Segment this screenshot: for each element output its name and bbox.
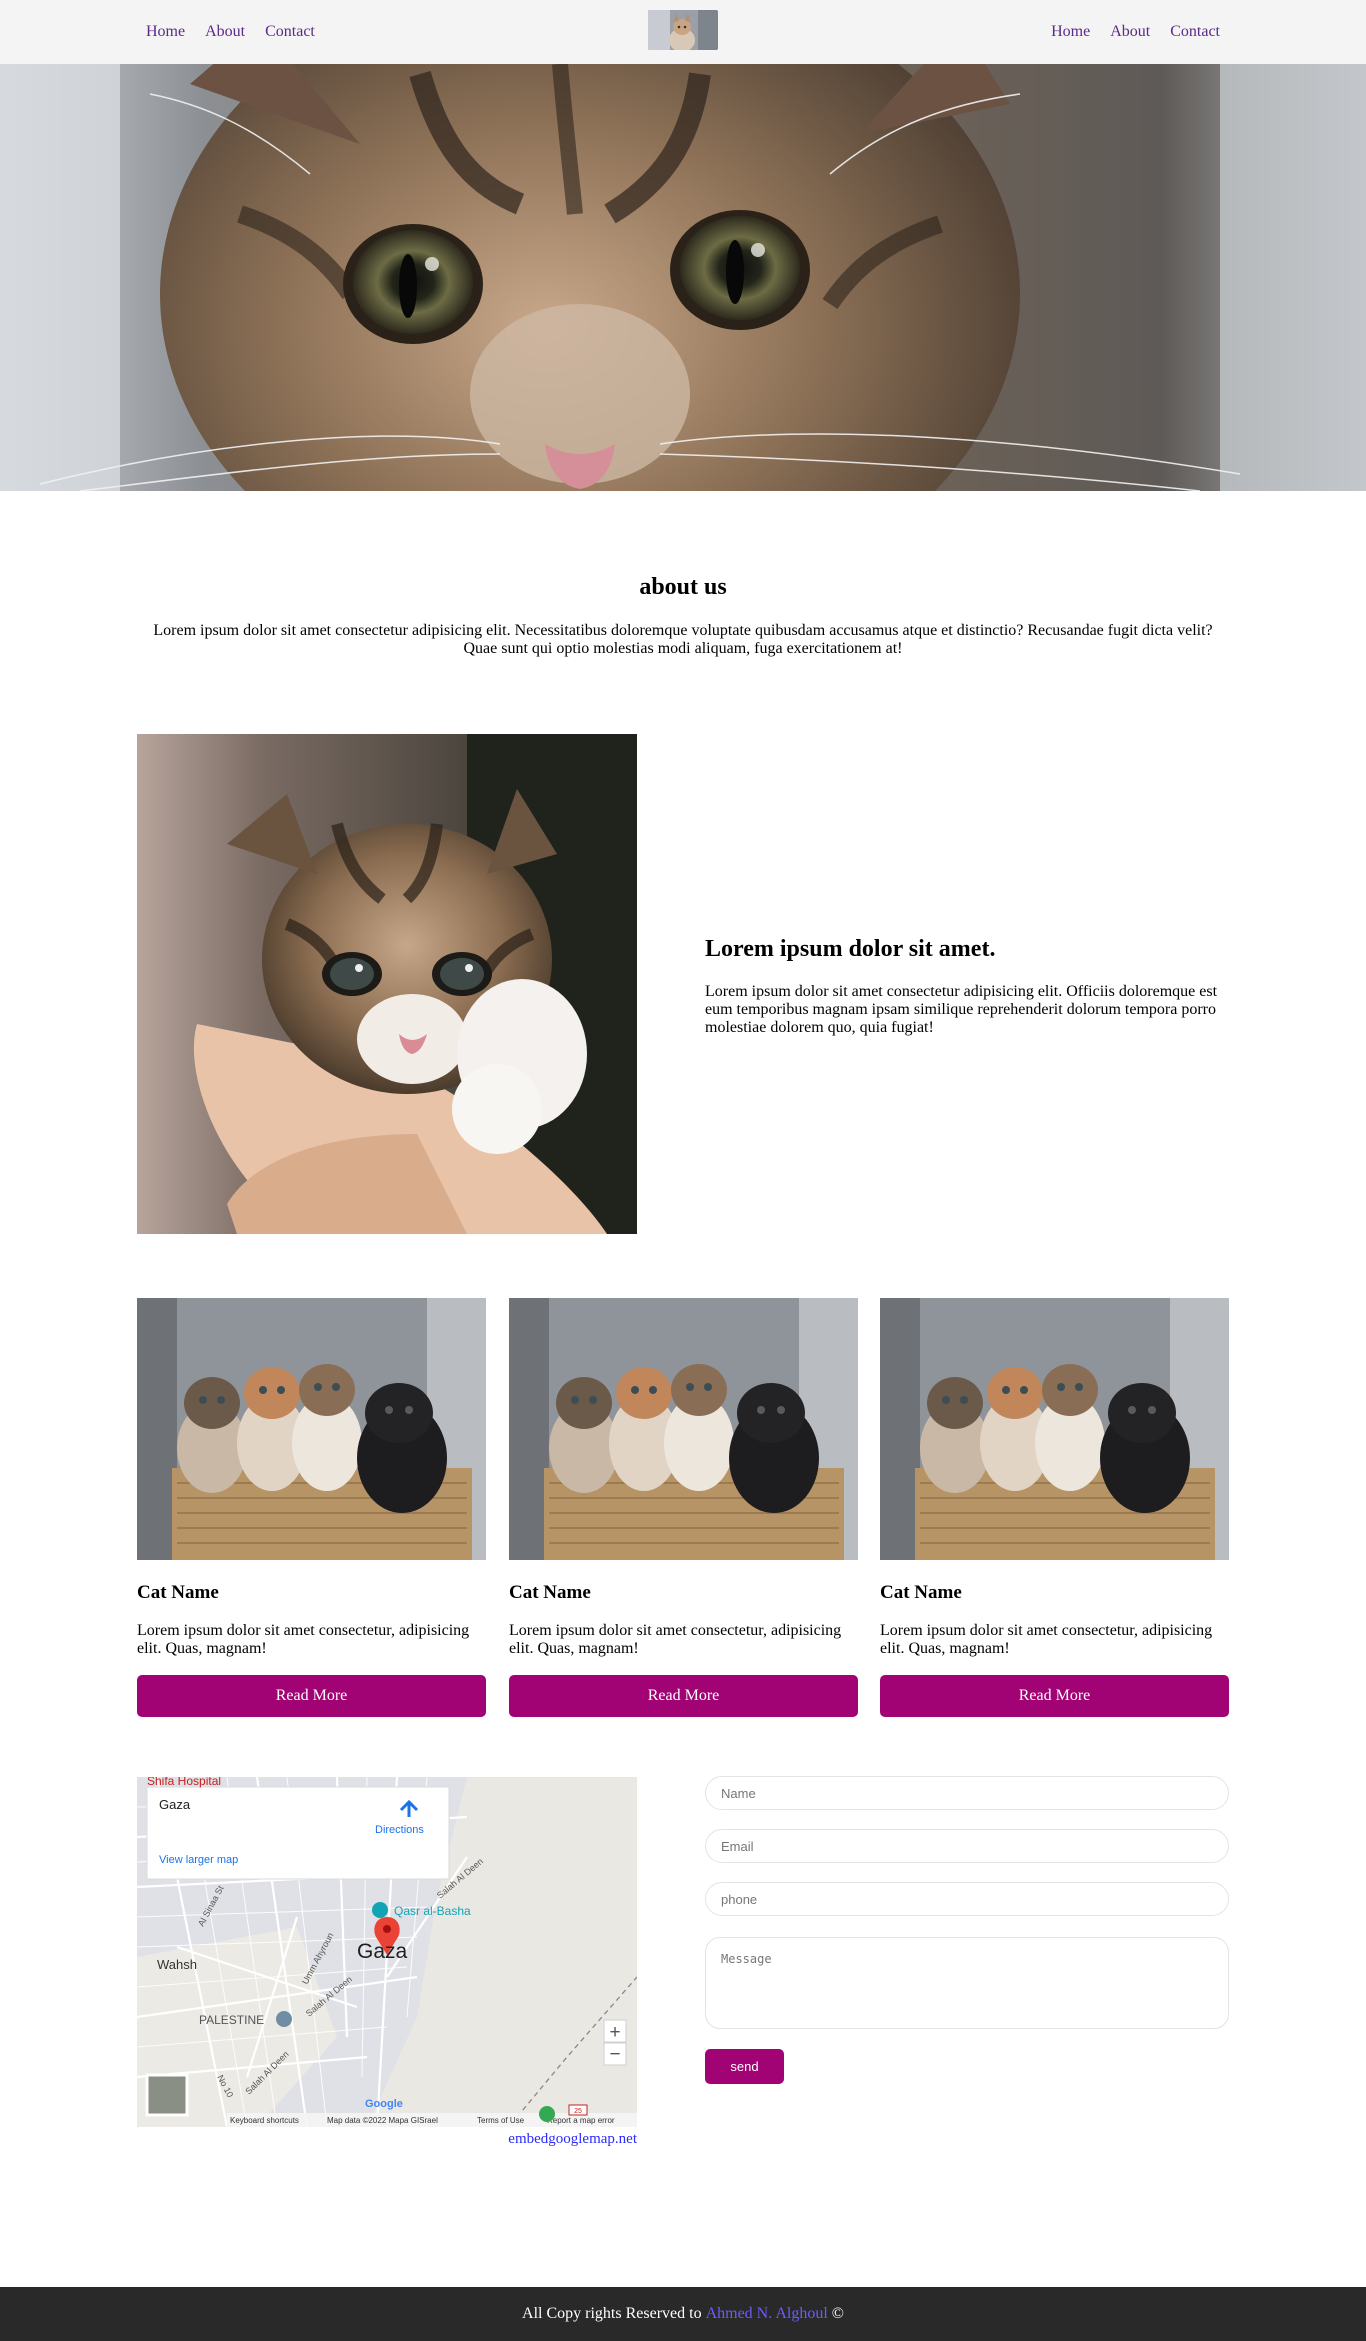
poi-label: Qasr al-Basha [394,1904,471,1918]
report-error-link[interactable]: Report a map error [547,2116,615,2125]
logo[interactable] [648,10,718,50]
hero-image [0,64,1366,491]
hospital-label: Shifa Hospital [147,1777,221,1788]
email-field[interactable] [705,1829,1229,1863]
nav-link-contact[interactable]: Contact [265,23,315,41]
embedded-map[interactable]: Gaza View larger map Directions Shifa Ho… [137,1777,637,2127]
feature-kitten-image [137,734,637,1234]
feature-text: Lorem ipsum dolor sit amet consectetur a… [705,983,1218,1036]
footer-text: All Copy rights Reserved to [522,2305,702,2322]
read-more-button[interactable]: Read More [880,1675,1229,1717]
cat-card-3: Cat Name Lorem ipsum dolor sit amet cons… [880,1298,1229,1717]
about-title: about us [639,574,727,600]
map-city-label: Gaza [357,1940,408,1963]
google-logo: Google [365,2098,403,2110]
map-region-label: PALESTINE [199,2013,264,2027]
footer: All Copy rights Reserved to Ahmed N. Alg… [0,2287,1366,2341]
map-place-name: Gaza [159,1797,191,1812]
footer-author-link[interactable]: Ahmed N. Alghoul [706,2305,828,2323]
directions-link[interactable]: Directions [375,1824,424,1836]
message-field[interactable] [705,1937,1229,2029]
navbar: Home About Contact Home About Contact [0,0,1366,64]
copyright-symbol: © [831,2305,844,2322]
name-field[interactable] [705,1776,1229,1810]
phone-field[interactable] [705,1882,1229,1916]
nav-link-home[interactable]: Home [146,23,185,41]
landmark-icon [276,2011,292,2027]
card-kittens-image [137,1298,486,1560]
card-title: Cat Name [137,1582,219,1603]
terms-link[interactable]: Terms of Use [477,2116,525,2125]
view-larger-map-link[interactable]: View larger map [159,1854,238,1866]
card-title: Cat Name [880,1582,962,1603]
about-text: Lorem ipsum dolor sit amet consectetur a… [153,622,1213,657]
cat-card-2: Cat Name Lorem ipsum dolor sit amet cons… [509,1298,858,1717]
card-title: Cat Name [509,1582,591,1603]
card-text: Lorem ipsum dolor sit amet consectetur, … [509,1622,842,1657]
poi-icon [372,1902,388,1918]
card-kittens-image [880,1298,1229,1560]
satellite-toggle[interactable] [145,2073,189,2117]
card-text: Lorem ipsum dolor sit amet consectetur, … [880,1622,1213,1657]
route-icon [539,2106,555,2122]
nav-left: Home About Contact [146,0,315,64]
card-kittens-image [509,1298,858,1560]
nav-link-about[interactable]: About [205,23,245,41]
cat-card-1: Cat Name Lorem ipsum dolor sit amet cons… [137,1298,486,1717]
read-more-button[interactable]: Read More [509,1675,858,1717]
zoom-out-icon: − [609,2044,620,2065]
nav-right: Home About Contact [1051,0,1220,64]
send-button[interactable]: send [705,2049,784,2084]
map-data-text: Map data ©2022 Mapa GISrael [327,2116,438,2125]
card-text: Lorem ipsum dolor sit amet consectetur, … [137,1622,470,1657]
nav-link-home-right[interactable]: Home [1051,23,1090,41]
zoom-in-icon: + [609,2022,620,2043]
map-area-label: Wahsh [157,1957,197,1972]
keyboard-shortcuts-link[interactable]: Keyboard shortcuts [230,2116,299,2125]
road-badge: 25 [574,2108,582,2115]
embed-map-link[interactable]: embedgooglemap.net [137,2131,637,2148]
nav-link-contact-right[interactable]: Contact [1170,23,1220,41]
feature-title: Lorem ipsum dolor sit amet. [705,936,996,962]
nav-link-about-right[interactable]: About [1110,23,1150,41]
read-more-button[interactable]: Read More [137,1675,486,1717]
